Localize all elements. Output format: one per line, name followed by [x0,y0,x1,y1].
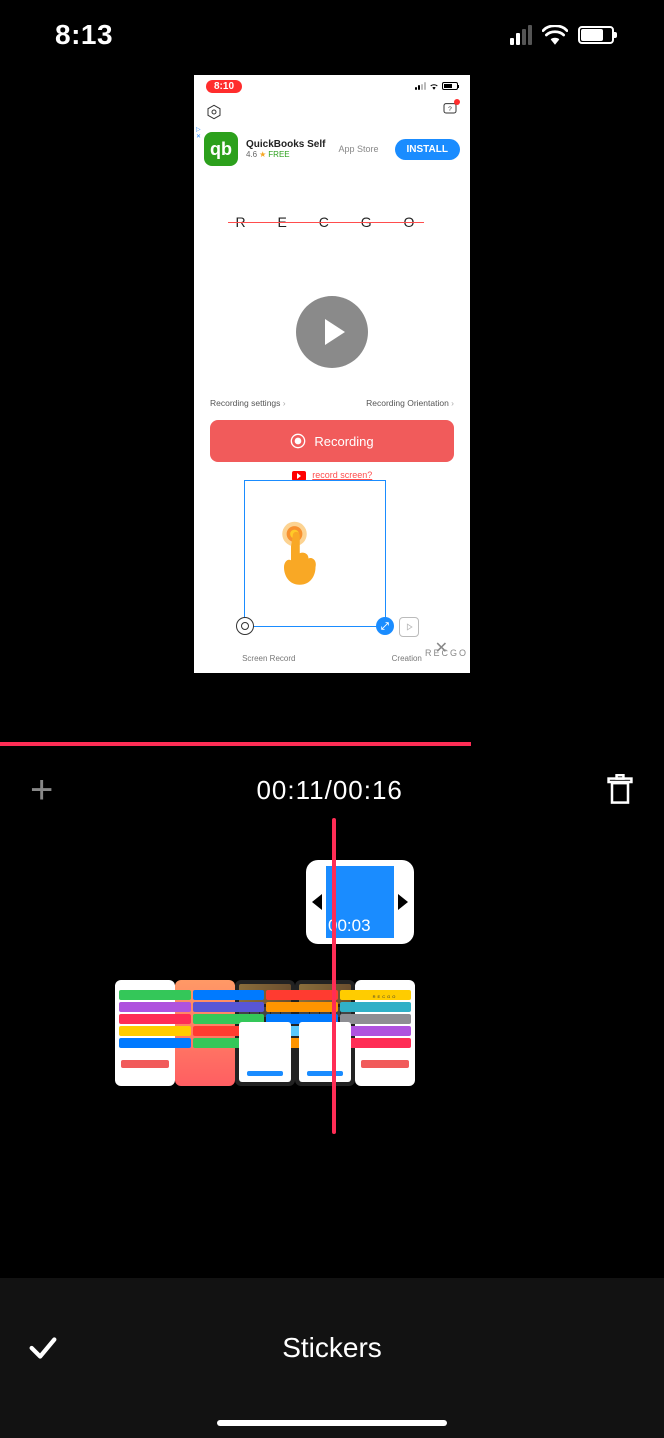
record-dot-icon [290,433,306,449]
cellular-signal-icon [510,25,532,45]
inner-wifi-icon [429,82,439,90]
confirm-button[interactable] [26,1331,60,1365]
ad-title: QuickBooks Self [246,139,330,150]
how-to-link-row: record screen? [194,462,470,481]
selection-rotate-handle-icon [236,617,254,635]
recording-settings-link: Recording settings [210,398,286,408]
tab-screen-record: Screen Record [242,654,295,663]
ad-app-logo: qb [204,132,238,166]
how-to-record-link: record screen? [312,470,372,480]
timeline-frame[interactable] [175,980,235,1086]
timeline-frame[interactable]: RECGO [355,980,415,1086]
status-time: 8:13 [55,19,113,51]
app-logo-area: R E C G O [194,172,470,272]
ad-banner: ▷✕ qb QuickBooks Self 4.6 ★ FREE App Sto… [194,126,470,172]
video-watermark: RECGO [425,648,468,658]
sticker-timeline-clip[interactable]: 00:03 [306,860,414,944]
bottom-panel: Stickers [0,1278,664,1438]
inner-nav-bar: ? [194,97,470,126]
inner-status-bar: 8:10 [194,75,470,97]
inner-signal-icon [415,82,426,90]
video-timeline-strip[interactable]: RECGO RECGO [115,980,415,1086]
ad-disclosure-icon: ▷✕ [194,126,203,142]
notification-dot-icon [454,99,460,105]
timecode-display: 00:11/00:16 [256,775,402,806]
battery-icon [578,26,614,44]
inner-recording-time-pill: 8:10 [206,80,242,93]
recording-orientation-link: Recording Orientation [366,398,454,408]
help-button: ? [442,101,458,122]
ad-install-button: INSTALL [395,139,460,160]
recording-button-label: Recording [314,434,373,449]
clip-thumbnail[interactable]: 00:03 [326,866,394,938]
playback-progress-bar[interactable] [0,742,471,746]
panel-title: Stickers [0,1332,664,1364]
status-icons [510,25,614,45]
clip-trim-right-handle[interactable] [398,894,408,910]
ad-subtitle: 4.6 ★ FREE [246,150,330,159]
delete-button[interactable] [606,774,634,806]
add-button[interactable]: + [30,770,53,810]
svg-text:?: ? [448,106,452,113]
play-button-icon [296,296,368,368]
ad-store-label: App Store [338,144,378,154]
clip-trim-left-handle[interactable] [312,894,322,910]
timeline-playhead[interactable] [332,818,336,1134]
settings-gear-icon [206,104,222,120]
timeline-header: + 00:11/00:16 [0,760,664,820]
video-preview[interactable]: 8:10 ? ▷✕ qb QuickBooks Self [194,75,470,673]
finger-tap-sticker-icon [274,520,329,590]
selection-resize-handle-icon [376,617,394,635]
device-status-bar: 8:13 [0,0,664,70]
sticker-selection-box [244,480,386,627]
recgo-logo: R E C G O [232,214,433,230]
selection-extra-handle-icon [399,617,419,637]
inner-play-area [194,272,470,392]
star-icon: ★ [259,150,266,159]
recording-button: Recording [210,420,454,462]
inner-settings-row: Recording settings Recording Orientation [194,392,470,408]
youtube-icon [292,471,306,481]
inner-status-icons [415,82,458,90]
inner-battery-icon [442,82,458,90]
tab-creation: Creation [392,654,422,663]
home-indicator[interactable] [217,1420,447,1426]
wifi-icon [542,25,568,45]
